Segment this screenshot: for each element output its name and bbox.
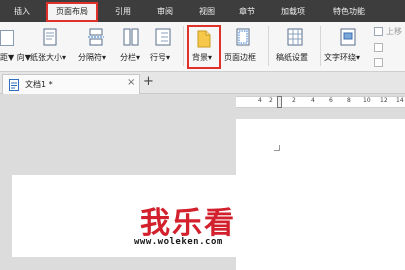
menu-tab-view[interactable]: 视图 bbox=[194, 3, 220, 20]
background-label: 背景▾ bbox=[192, 53, 213, 62]
page-background-icon bbox=[197, 30, 211, 48]
close-tab-icon[interactable]: × bbox=[127, 77, 135, 88]
line-numbers-button[interactable]: 行号▾ bbox=[150, 22, 180, 72]
paper-size-label: 纸张大小▾ bbox=[30, 53, 67, 62]
document-tab[interactable]: 文档1 * × bbox=[2, 74, 140, 94]
ruler-tick: 2 bbox=[269, 97, 273, 104]
document-tab-label: 文档1 * bbox=[25, 80, 53, 89]
ruler-tick: 8 bbox=[347, 97, 351, 104]
breaks-label: 分隔符▾ bbox=[78, 53, 107, 62]
columns-label: 分栏▾ bbox=[120, 53, 141, 62]
menu-tab-section[interactable]: 章节 bbox=[234, 3, 260, 20]
ribbon-separator bbox=[183, 26, 184, 66]
document-icon bbox=[9, 79, 19, 91]
orientation-button[interactable]: 距▼ 向▼ bbox=[0, 22, 31, 72]
page-border-button[interactable]: 页面边框 bbox=[224, 22, 264, 72]
ruler-tick: 4 bbox=[258, 97, 262, 104]
text-wrap-label: 文字环绕▾ bbox=[324, 53, 361, 62]
breaks-icon bbox=[88, 28, 104, 46]
orientation-label: 距▼ 向▼ bbox=[0, 53, 31, 62]
bring-forward-label: 上移 bbox=[386, 27, 402, 36]
line-numbers-icon bbox=[155, 28, 171, 46]
ruler-tick: 2 bbox=[292, 97, 296, 104]
columns-button[interactable]: 分栏▾ bbox=[120, 22, 148, 72]
page-border-label: 页面边框 bbox=[224, 53, 256, 62]
ribbon-separator bbox=[320, 26, 321, 66]
orientation-icon bbox=[0, 30, 14, 46]
horizontal-ruler: 4 2 2 4 6 8 10 12 14 bbox=[236, 96, 405, 108]
watermark-logo: 我乐看 bbox=[140, 206, 236, 241]
paper-size-icon bbox=[43, 28, 57, 46]
menu-bar: 插入 页面布局 引用 审阅 视图 章节 加载项 特色功能 bbox=[0, 0, 405, 22]
ribbon-separator bbox=[268, 26, 269, 66]
menu-tab-review[interactable]: 审阅 bbox=[152, 3, 178, 20]
background-button[interactable]: 背景▾ bbox=[187, 25, 221, 69]
menu-tab-special-features[interactable]: 特色功能 bbox=[326, 3, 372, 20]
page-border-icon bbox=[236, 28, 250, 46]
ruler-tick: 4 bbox=[311, 97, 315, 104]
text-wrap-button[interactable]: 文字环绕▾ bbox=[324, 22, 370, 72]
new-tab-icon[interactable]: + bbox=[143, 74, 154, 89]
columns-icon bbox=[123, 28, 139, 46]
bring-forward-button[interactable]: 上移 bbox=[374, 26, 405, 38]
paper-settings-button[interactable]: 稿纸设置 bbox=[274, 22, 316, 72]
ruler-tick: 6 bbox=[329, 97, 333, 104]
menu-tab-insert[interactable]: 插入 bbox=[8, 3, 36, 20]
menu-tab-page-layout[interactable]: 页面布局 bbox=[46, 2, 98, 22]
ruler-indent-marker[interactable] bbox=[277, 96, 282, 108]
ribbon-toolbar: 距▼ 向▼ 纸张大小▾ 分隔符▾ 分栏▾ 行号▾ 背景▾ 页面边框 稿纸设置 文… bbox=[0, 22, 405, 72]
ruler-tick: 12 bbox=[380, 97, 388, 104]
text-wrap-icon bbox=[340, 28, 356, 46]
send-backward-button[interactable] bbox=[374, 42, 405, 54]
paper-size-button[interactable]: 纸张大小▾ bbox=[30, 22, 74, 72]
grid-paper-icon bbox=[287, 28, 303, 46]
margin-corner-mark bbox=[274, 145, 280, 151]
document-tab-strip: 文档1 * × + bbox=[0, 72, 405, 94]
ruler-tick: 10 bbox=[363, 97, 371, 104]
send-backward-icon bbox=[374, 43, 383, 52]
breaks-button[interactable]: 分隔符▾ bbox=[78, 22, 116, 72]
selection-pane-button[interactable] bbox=[374, 57, 405, 69]
menu-tab-addins[interactable]: 加载项 bbox=[276, 3, 310, 20]
line-numbers-label: 行号▾ bbox=[150, 53, 171, 62]
ruler-tick: 14 bbox=[396, 97, 404, 104]
watermark-url: www.woleken.com bbox=[134, 237, 223, 247]
menu-tab-references[interactable]: 引用 bbox=[110, 3, 136, 20]
selection-pane-icon bbox=[374, 58, 383, 67]
paper-settings-label: 稿纸设置 bbox=[276, 53, 308, 62]
bring-forward-icon bbox=[374, 27, 383, 36]
